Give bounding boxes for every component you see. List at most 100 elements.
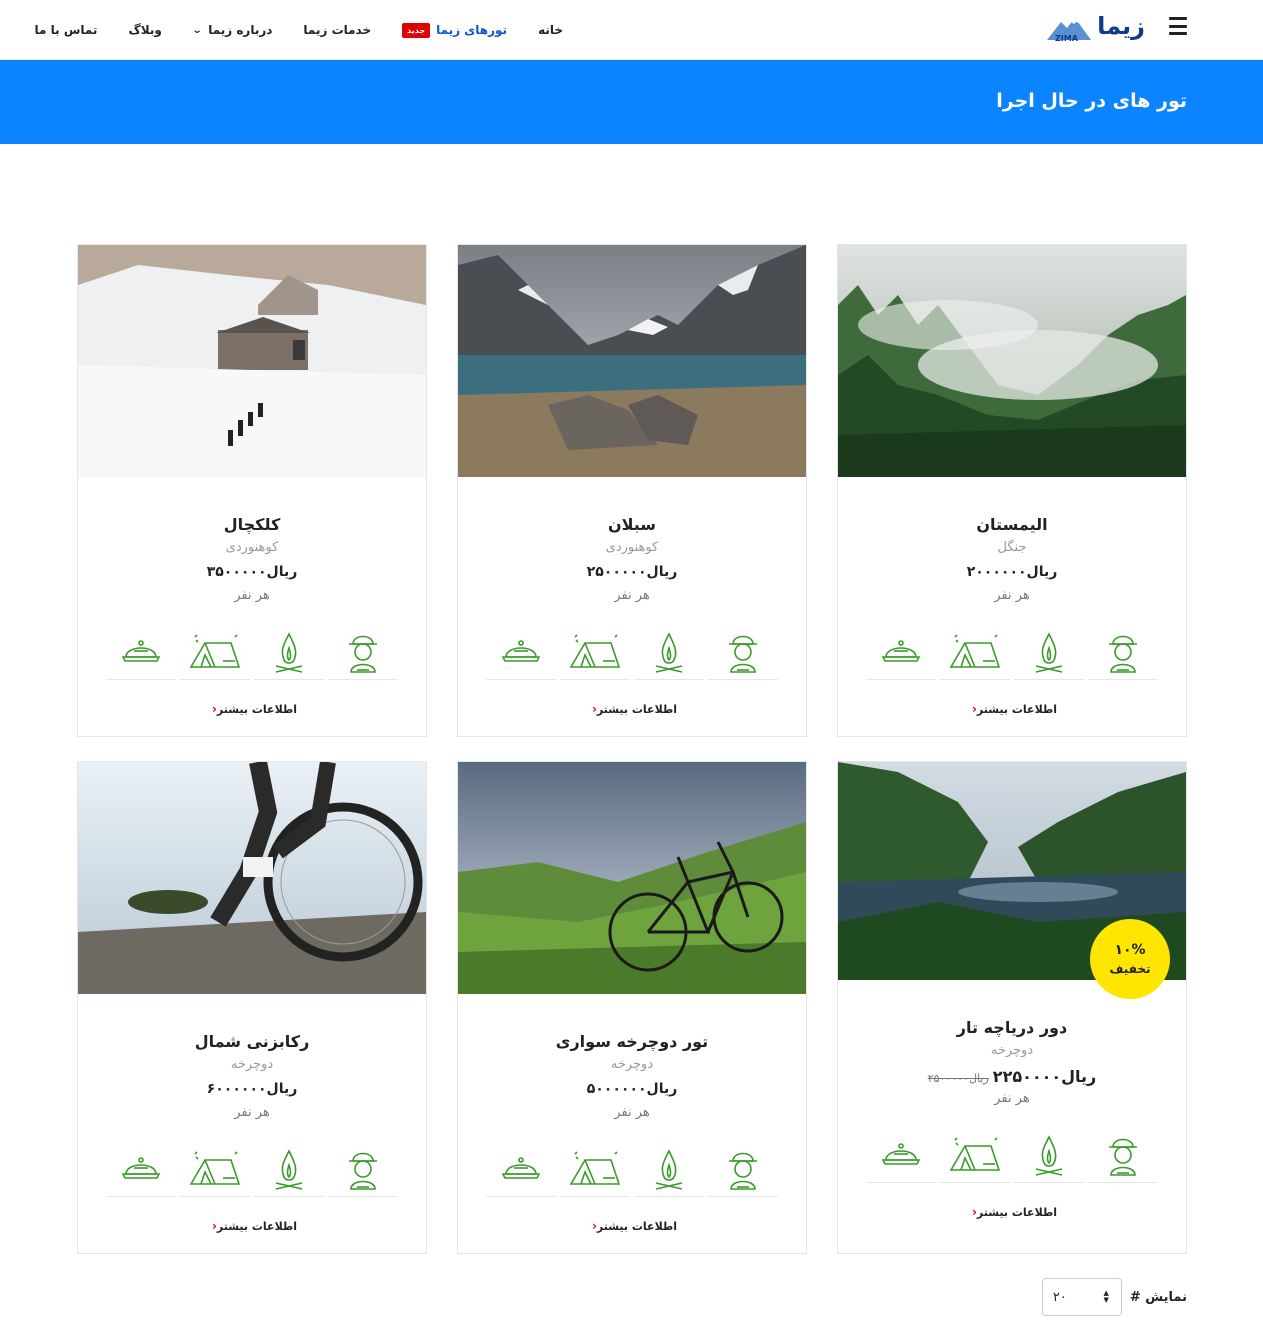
more-info-label: اطلاعات بیشتر bbox=[216, 1219, 298, 1233]
tour-card[interactable]: رکابزنی شمال دوچرخه ریال۶۰۰۰۰۰۰ هر نفر ا… bbox=[77, 761, 427, 1254]
more-info-label: اطلاعات بیشتر bbox=[596, 1219, 678, 1233]
tour-category: دوچرخه bbox=[610, 1057, 654, 1072]
site-logo[interactable]: ZIMA زیما bbox=[1045, 12, 1145, 46]
tour-title[interactable]: سبلان bbox=[458, 515, 806, 535]
nav-contact-label: تماس با ما bbox=[34, 23, 98, 37]
tour-price-row: ریال۳۵۰۰۰۰۰ bbox=[78, 564, 426, 582]
meal-icon bbox=[106, 624, 176, 680]
more-info-label: اطلاعات بیشتر bbox=[596, 702, 678, 716]
more-info-link[interactable]: اطلاعات بیشتر ‹ bbox=[207, 1219, 297, 1233]
tour-price-row: ریال۵۰۰۰۰۰۰ bbox=[458, 1081, 806, 1099]
nav-tours[interactable]: تورهای زیما جدید bbox=[402, 20, 507, 40]
tour-card[interactable]: تور دوچرخه سواری دوچرخه ریال۵۰۰۰۰۰۰ هر ن… bbox=[457, 761, 807, 1254]
amenities-row bbox=[78, 1141, 426, 1197]
menu-icon[interactable] bbox=[1169, 17, 1187, 35]
tour-title[interactable]: کلکچال bbox=[78, 515, 426, 535]
meal-icon bbox=[866, 1127, 936, 1183]
tour-card[interactable]: سبلان کوهنوردی ریال۲۵۰۰۰۰۰ هر نفر اطلاعا… bbox=[457, 244, 807, 737]
nav-about[interactable]: درباره زیما ⌄ bbox=[192, 20, 273, 40]
more-info-link[interactable]: اطلاعات بیشتر ‹ bbox=[207, 702, 297, 716]
foggy-forest-image bbox=[838, 245, 1186, 477]
top-navbar: ZIMA زیما خانه تورهای زیما جدید خدمات زی… bbox=[0, 0, 1263, 60]
campfire-icon bbox=[254, 624, 324, 680]
chevron-left-icon: ‹ bbox=[971, 1205, 977, 1219]
tour-image[interactable] bbox=[78, 245, 426, 477]
guide-icon bbox=[708, 1141, 778, 1197]
tour-title[interactable]: الیمستان bbox=[838, 515, 1186, 535]
tent-icon bbox=[560, 1141, 630, 1197]
tent-icon bbox=[940, 1127, 1010, 1183]
nav-home[interactable]: خانه bbox=[538, 20, 563, 40]
tour-price: ریال۲۲۵۰۰۰۰ bbox=[992, 1067, 1097, 1086]
mountain-lake-image bbox=[458, 245, 806, 477]
amenities-row bbox=[78, 624, 426, 680]
more-info-link[interactable]: اطلاعات بیشتر ‹ bbox=[587, 702, 677, 716]
tour-category: کوهنوردی bbox=[605, 540, 659, 555]
logo-sub-text: ZIMA bbox=[1055, 34, 1078, 43]
campfire-icon bbox=[254, 1141, 324, 1197]
tour-per-person: هر نفر bbox=[994, 1091, 1030, 1106]
tour-image[interactable] bbox=[838, 245, 1186, 477]
tour-title[interactable]: تور دوچرخه سواری bbox=[458, 1032, 806, 1052]
nav-services[interactable]: خدمات زیما bbox=[303, 20, 371, 40]
nav-contact[interactable]: تماس با ما bbox=[35, 20, 98, 40]
more-info-link[interactable]: اطلاعات بیشتر ‹ bbox=[967, 702, 1057, 716]
tour-price: ریال۵۰۰۰۰۰۰ bbox=[586, 1081, 678, 1097]
tour-per-person: هر نفر bbox=[614, 1105, 650, 1120]
tour-price: ریال۲۵۰۰۰۰۰ bbox=[586, 564, 678, 580]
more-info-label: اطلاعات بیشتر bbox=[976, 702, 1058, 716]
per-page-label: نمایش # bbox=[1129, 1289, 1187, 1305]
tour-card-body: الیمستان جنگل ریال۲۰۰۰۰۰۰ هر نفر اطلاعات… bbox=[838, 515, 1186, 717]
nav-blog-label: وبلاگ bbox=[128, 23, 162, 37]
campfire-icon bbox=[1014, 1127, 1084, 1183]
tour-price-row: ریال۲۰۰۰۰۰۰ bbox=[838, 564, 1186, 582]
nav-services-label: خدمات زیما bbox=[303, 23, 372, 37]
campfire-icon bbox=[634, 1141, 704, 1197]
page-title: تور های در حال اجرا bbox=[996, 90, 1187, 112]
main-nav: خانه تورهای زیما جدید خدمات زیما درباره … bbox=[35, 20, 563, 40]
tour-category: دوچرخه bbox=[230, 1057, 274, 1072]
nav-blog[interactable]: وبلاگ bbox=[128, 20, 161, 40]
page-banner: تور های در حال اجرا bbox=[0, 60, 1263, 144]
more-info-link[interactable]: اطلاعات بیشتر ‹ bbox=[587, 1219, 677, 1233]
tour-category: جنگل bbox=[997, 540, 1027, 555]
more-info-label: اطلاعات بیشتر bbox=[216, 702, 298, 716]
amenities-row bbox=[838, 1127, 1186, 1183]
chevron-left-icon: ‹ bbox=[591, 1219, 597, 1233]
guide-icon bbox=[708, 624, 778, 680]
tent-icon bbox=[180, 624, 250, 680]
amenities-row bbox=[838, 624, 1186, 680]
per-page-select[interactable]: ▲ ▼ ۲۰ bbox=[1041, 1278, 1122, 1316]
tour-category: دوچرخه bbox=[990, 1043, 1034, 1058]
tour-card[interactable]: الیمستان جنگل ریال۲۰۰۰۰۰۰ هر نفر اطلاعات… bbox=[837, 244, 1187, 737]
discount-percent: ۱۰% bbox=[1114, 942, 1146, 958]
bike-on-hill-image bbox=[458, 762, 806, 994]
tour-image[interactable] bbox=[458, 762, 806, 994]
meal-icon bbox=[866, 624, 936, 680]
tour-card[interactable]: ۱۰% تخفیف دور دریاچه تار دوچرخه ریال۲۲۵۰… bbox=[837, 761, 1187, 1254]
tour-card[interactable]: کلکچال کوهنوردی ریال۳۵۰۰۰۰۰ هر نفر اطلاع… bbox=[77, 244, 427, 737]
more-info-link[interactable]: اطلاعات بیشتر ‹ bbox=[967, 1205, 1057, 1219]
nav-home-label: خانه bbox=[538, 23, 563, 37]
nav-about-label: درباره زیما bbox=[208, 23, 273, 37]
nav-tours-label: تورهای زیما bbox=[436, 23, 508, 37]
cyclist-trail-image bbox=[78, 762, 426, 994]
tour-price: ریال۳۵۰۰۰۰۰ bbox=[206, 564, 298, 580]
meal-icon bbox=[486, 1141, 556, 1197]
meal-icon bbox=[106, 1141, 176, 1197]
campfire-icon bbox=[634, 624, 704, 680]
more-info-label: اطلاعات بیشتر bbox=[976, 1205, 1058, 1219]
logo-text: زیما bbox=[1097, 12, 1145, 40]
tour-price-row: ریال۶۰۰۰۰۰۰ bbox=[78, 1081, 426, 1099]
discount-badge: ۱۰% تخفیف bbox=[1090, 919, 1170, 999]
guide-icon bbox=[328, 1141, 398, 1197]
select-arrows-icon: ▲ ▼ bbox=[1103, 1289, 1109, 1304]
tour-image[interactable] bbox=[458, 245, 806, 477]
guide-icon bbox=[1088, 1127, 1158, 1183]
tent-icon bbox=[940, 624, 1010, 680]
tour-image[interactable] bbox=[78, 762, 426, 994]
tour-title[interactable]: دور دریاچه تار bbox=[838, 1018, 1186, 1038]
tour-title[interactable]: رکابزنی شمال bbox=[78, 1032, 426, 1052]
meal-icon bbox=[486, 624, 556, 680]
guide-icon bbox=[1088, 624, 1158, 680]
